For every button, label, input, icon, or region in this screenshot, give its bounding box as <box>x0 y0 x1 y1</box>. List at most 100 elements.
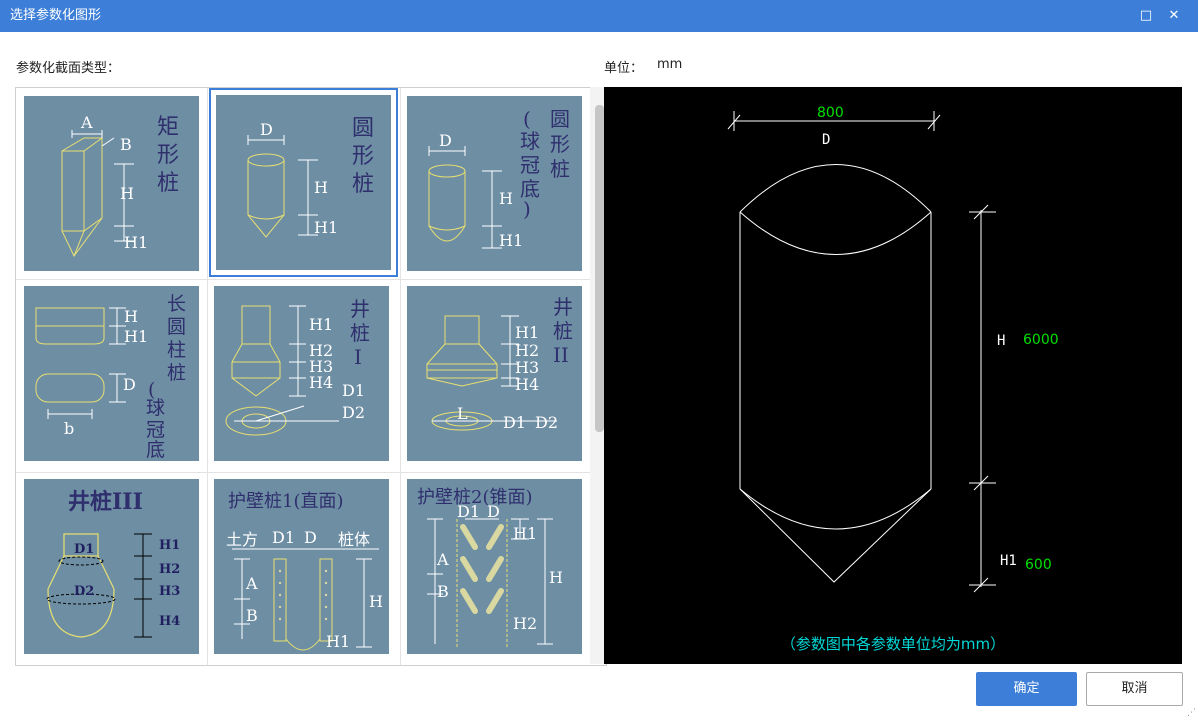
svg-text:圆: 圆 <box>550 107 570 131</box>
window-title: 选择参数化图形 <box>10 8 102 23</box>
param-d1: D1 <box>272 528 295 547</box>
dim-h-value: 6000 <box>1023 332 1059 348</box>
svg-text:球: 球 <box>520 129 540 153</box>
maximize-icon[interactable]: □ <box>1136 6 1156 26</box>
param-d: D <box>304 528 317 547</box>
shape-rect-pile[interactable]: A B H H1 矩形桩 <box>16 88 207 279</box>
shape-well-pile-2[interactable]: H1 H2 H3 H4 L D1 D2 井桩 II <box>402 281 593 472</box>
svg-text:井: 井 <box>553 295 573 319</box>
param-h3: H3 <box>159 584 180 599</box>
preview-panel: 800 D H 6000 H1 600 （参数图中各参数单位均为mm） <box>604 87 1182 664</box>
svg-text:圆: 圆 <box>352 116 374 141</box>
param-h: H <box>549 568 563 587</box>
dim-h1-value: 600 <box>1025 557 1052 573</box>
param-h: H <box>369 592 383 611</box>
param-h1: H1 <box>314 218 338 237</box>
cancel-button[interactable]: 取消 <box>1086 672 1183 706</box>
dim-d-value: 800 <box>817 105 844 121</box>
svg-text:底: 底 <box>146 439 165 461</box>
param-h: H <box>120 184 134 203</box>
param-d1: D1 <box>342 381 365 400</box>
svg-text:桩: 桩 <box>167 362 186 384</box>
shape-round-pile[interactable]: D H H1 圆形桩 <box>209 88 398 277</box>
shape-oblong-pile[interactable]: H H1 D b 长圆柱桩 (球冠底 <box>16 281 207 472</box>
param-d1: D1 <box>503 413 526 432</box>
close-icon[interactable]: ✕ <box>1164 6 1184 26</box>
svg-text:形: 形 <box>157 143 179 168</box>
param-a: A <box>436 550 449 569</box>
param-b: B <box>246 606 258 625</box>
param-h2: H2 <box>159 562 180 577</box>
shape-wall-pile-2[interactable]: 护壁桩2(锥面) D1 D H1 A B H H2 <box>402 474 593 665</box>
shape-title: 护壁桩1(直面) <box>228 491 344 512</box>
svg-text:桩: 桩 <box>550 157 570 181</box>
param-h4: H4 <box>309 373 333 392</box>
param-h2: H2 <box>513 614 537 633</box>
section-type-label: 参数化截面类型： <box>16 61 121 76</box>
param-d: D <box>487 502 500 521</box>
param-h: H <box>124 307 138 326</box>
param-d1: D1 <box>74 542 94 557</box>
param-body: 桩体 <box>338 530 370 549</box>
svg-text:圆: 圆 <box>167 316 186 338</box>
svg-text:桩: 桩 <box>553 319 573 343</box>
dim-d-label: D <box>822 132 830 148</box>
unit-label: 单位： <box>604 61 644 76</box>
param-b: b <box>64 419 74 438</box>
param-d: D <box>123 375 136 394</box>
ok-button[interactable]: 确定 <box>976 672 1077 706</box>
param-h: H <box>499 189 513 208</box>
param-h1: H1 <box>499 231 523 250</box>
svg-text:柱: 柱 <box>167 339 186 361</box>
resize-grip-icon[interactable]: ⋰ <box>1187 708 1196 718</box>
svg-text:桩: 桩 <box>157 171 179 196</box>
shape-wall-pile-1[interactable]: 护壁桩1(直面) 土方 D1 D 桩体 A B H H1 <box>209 474 400 665</box>
dim-h-label: H <box>997 333 1005 349</box>
param-b: B <box>120 135 132 154</box>
svg-text:井桩III: 井桩III <box>68 489 143 515</box>
svg-text:形: 形 <box>550 132 570 156</box>
param-h1: H1 <box>159 538 180 553</box>
param-h1: H1 <box>124 327 148 346</box>
svg-text:形: 形 <box>352 144 374 169</box>
shape-well-pile-3[interactable]: 井桩III D1 D2 H1 H2 H3 H4 <box>16 474 207 665</box>
param-d2: D2 <box>342 403 365 422</box>
param-a: A <box>80 113 93 132</box>
svg-text:矩: 矩 <box>157 115 179 140</box>
svg-text:): ) <box>523 197 531 221</box>
unit-value: mm <box>657 57 683 72</box>
svg-text:冠: 冠 <box>520 153 540 177</box>
param-h1: H1 <box>124 233 148 252</box>
param-d2: D2 <box>74 584 94 599</box>
svg-text:桩: 桩 <box>350 321 370 345</box>
param-a: A <box>245 574 258 593</box>
param-h4: H4 <box>159 614 180 629</box>
svg-text:(: ( <box>523 107 531 131</box>
param-l: L <box>457 404 468 423</box>
svg-text:井: 井 <box>350 297 370 321</box>
svg-text:长: 长 <box>167 293 186 315</box>
dim-h1-label: H1 <box>1000 553 1017 569</box>
svg-text:II: II <box>553 343 569 367</box>
svg-text:球: 球 <box>146 397 165 419</box>
svg-text:冠: 冠 <box>146 419 165 441</box>
param-soil: 土方 <box>226 530 258 549</box>
param-h1: H1 <box>309 315 333 334</box>
param-h1: H1 <box>326 632 350 651</box>
param-h: H <box>314 178 328 197</box>
shape-grid: A B H H1 矩形桩 D H H1 圆 形 桩 D H H1 圆 形 桩 (… <box>15 87 607 666</box>
param-h1: H1 <box>513 524 537 543</box>
title-bar: 选择参数化图形 □ ✕ <box>0 0 1198 32</box>
param-b: B <box>437 582 449 601</box>
shape-round-pile-dome[interactable]: D H H1 圆形桩 (球冠底) <box>402 88 593 279</box>
param-h4: H4 <box>515 375 539 394</box>
preview-note: （参数图中各参数单位均为mm） <box>781 635 1005 653</box>
param-d: D <box>260 120 273 139</box>
grid-scrollbar-thumb[interactable] <box>595 105 604 432</box>
param-h1: H1 <box>515 323 539 342</box>
shape-well-pile-1[interactable]: H1 H2 H3 H4 D1 D2 井桩I <box>209 281 400 472</box>
svg-text:桩: 桩 <box>352 172 374 197</box>
param-d: D <box>439 131 452 150</box>
param-d1: D1 <box>457 502 480 521</box>
svg-text:I: I <box>354 345 362 369</box>
